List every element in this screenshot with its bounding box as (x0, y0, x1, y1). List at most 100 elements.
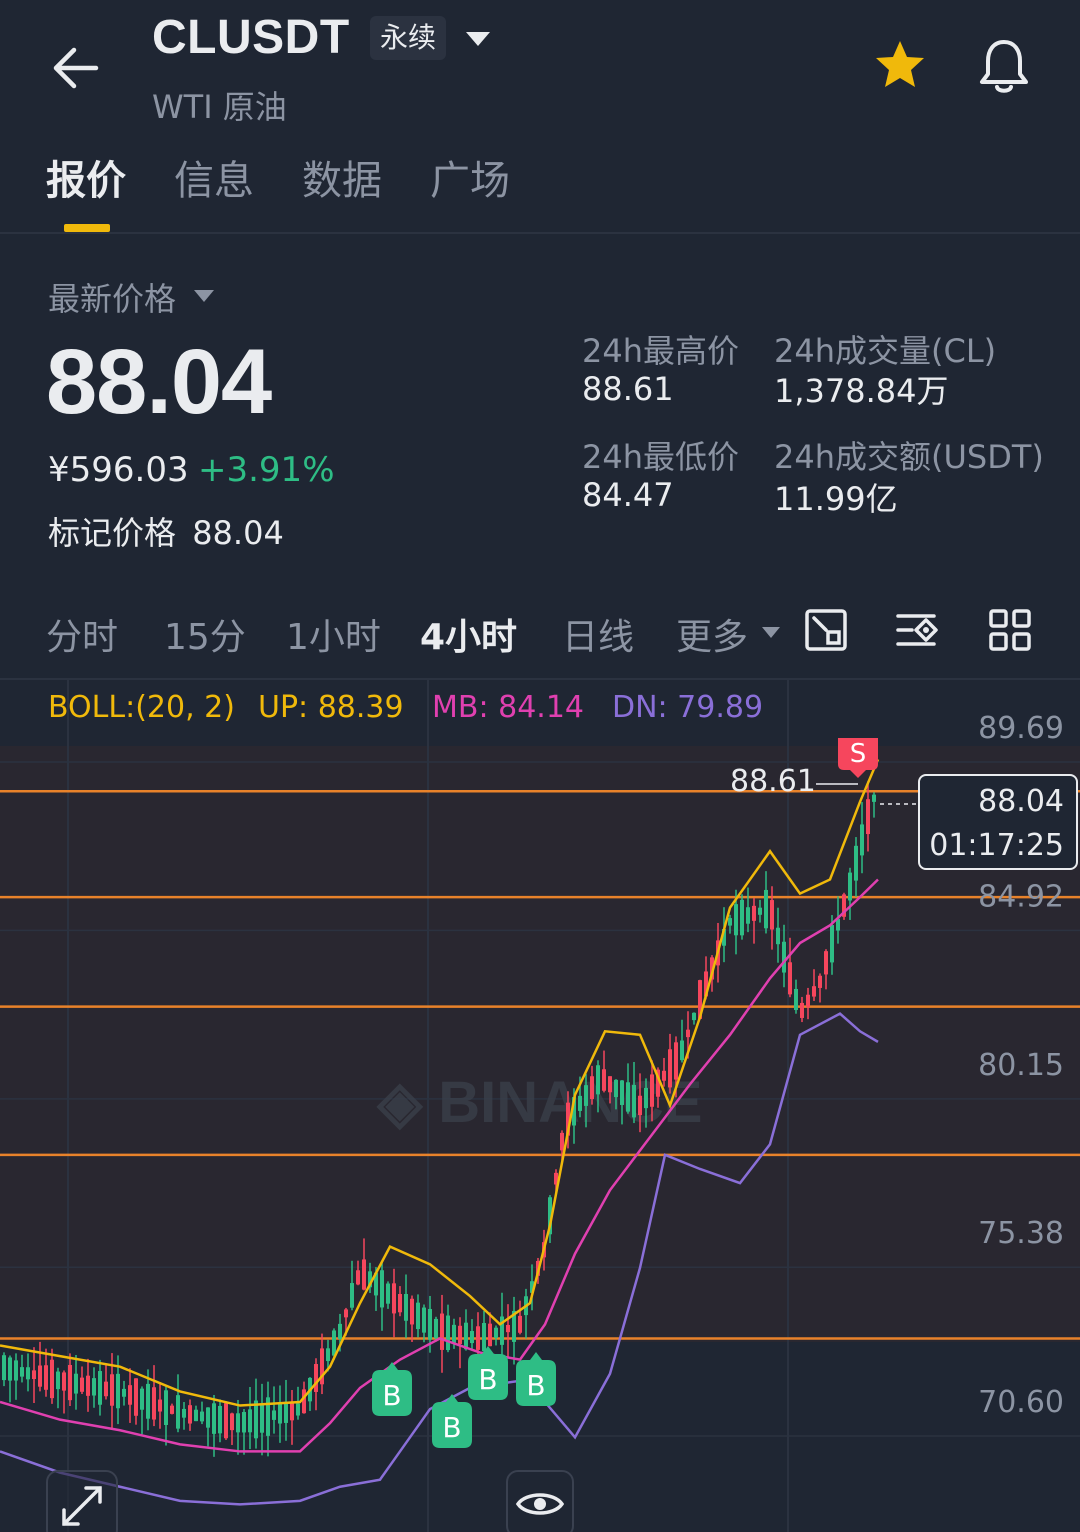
candle-down (800, 1002, 804, 1018)
candle-up (140, 1388, 144, 1410)
candle-down (410, 1298, 414, 1325)
caret-down-icon[interactable] (192, 286, 216, 306)
candle-up (416, 1302, 420, 1330)
candle-down (290, 1401, 294, 1421)
candle-up (764, 889, 768, 929)
favorite-button[interactable] (870, 36, 930, 96)
alert-button[interactable] (972, 34, 1036, 98)
candle-up (734, 904, 738, 936)
candle-up (434, 1318, 438, 1339)
candle-up (2, 1355, 6, 1381)
candle-down (362, 1259, 366, 1290)
eye-icon (515, 1493, 565, 1515)
candle-up (8, 1357, 12, 1381)
candle-down (506, 1324, 510, 1333)
caret-down-icon[interactable] (760, 624, 782, 640)
candle-up (248, 1409, 252, 1433)
candle-up (794, 988, 798, 1011)
candle-down (674, 1042, 678, 1080)
candle-up (164, 1390, 168, 1425)
candle-up (692, 1012, 696, 1021)
candle-up (218, 1405, 222, 1434)
candle-countdown: 01:17:25 (929, 828, 1064, 863)
candle-down (458, 1325, 462, 1345)
tab-info[interactable]: 信息 (174, 148, 254, 206)
interval-time-share[interactable]: 分时 (46, 608, 118, 660)
candle-down (686, 1029, 690, 1038)
candle-up (92, 1378, 96, 1396)
tab-square[interactable]: 广场 (430, 148, 510, 206)
candle-up (176, 1395, 180, 1429)
candle-up (326, 1348, 330, 1362)
low-24h-value: 84.47 (582, 476, 674, 514)
candle-down (398, 1294, 402, 1313)
mark-price-value: 88.04 (192, 514, 284, 552)
candle-up (464, 1322, 468, 1350)
candle-up (584, 1085, 588, 1106)
candle-up (74, 1373, 78, 1394)
last-price-label[interactable]: 最新价格 (48, 274, 176, 320)
candle-up (146, 1383, 150, 1419)
candle-up (614, 1079, 618, 1098)
buy-marker: B (442, 1411, 461, 1444)
candle-down (608, 1076, 612, 1093)
candle-up (446, 1315, 450, 1351)
header: CLUSDT 永续 WTI 原油 报价 信息 数据 广场 (0, 0, 1080, 232)
candle-down (32, 1370, 36, 1380)
active-tab-indicator (64, 224, 110, 232)
candle-up (872, 794, 876, 802)
candle-down (806, 994, 810, 1008)
grid-layout-icon[interactable] (986, 606, 1034, 654)
buy-marker: B (382, 1379, 401, 1412)
back-button[interactable] (44, 36, 108, 100)
interval-4h[interactable]: 4小时 (420, 608, 517, 660)
candle-up (452, 1324, 456, 1343)
buy-marker: B (526, 1369, 545, 1402)
candle-up (98, 1371, 102, 1405)
candle-down (752, 905, 756, 921)
interval-15m[interactable]: 15分 (164, 608, 246, 660)
change-percent: +3.91% (198, 450, 335, 490)
boll-up: UP: 88.39 (258, 690, 404, 725)
candle-down (104, 1381, 108, 1397)
candle-up (632, 1084, 636, 1118)
interval-more[interactable]: 更多 (676, 608, 748, 660)
candle-down (392, 1283, 396, 1314)
candle-up (494, 1327, 498, 1338)
fullscreen-button[interactable] (46, 1470, 118, 1532)
indicator-settings-icon[interactable] (894, 606, 942, 654)
candle-down (788, 962, 792, 995)
candle-down (302, 1389, 306, 1414)
symbol-title[interactable]: CLUSDT (152, 10, 350, 65)
sell-marker: S (850, 739, 867, 769)
candle-down (50, 1359, 54, 1399)
candle-up (776, 927, 780, 945)
candle-down (314, 1364, 318, 1392)
candle-up (680, 1040, 684, 1061)
last-price: 88.04 (46, 331, 272, 433)
expand-icon (62, 1486, 102, 1526)
main-tabs: 报价 信息 数据 广场 (0, 140, 1080, 232)
candle-up (254, 1400, 258, 1439)
candle-up (200, 1411, 204, 1422)
toggle-visibility-button[interactable] (506, 1470, 574, 1532)
interval-1h[interactable]: 1小时 (286, 608, 381, 660)
candle-down (170, 1405, 174, 1414)
candle-down (38, 1365, 42, 1387)
candle-down (662, 1070, 666, 1081)
tab-quote[interactable]: 报价 (46, 148, 126, 206)
candle-up (284, 1401, 288, 1423)
candle-down (866, 799, 870, 835)
mark-price-label: 标记价格 (48, 514, 177, 552)
candle-up (758, 907, 762, 915)
candle-down (668, 1049, 672, 1088)
interval-1d[interactable]: 日线 (562, 608, 634, 660)
symbol-dropdown-button[interactable] (462, 24, 494, 56)
candle-up (350, 1283, 354, 1308)
candle-up (194, 1409, 198, 1422)
candle-down (440, 1313, 444, 1350)
tab-data[interactable]: 数据 (302, 148, 382, 206)
candle-down (224, 1403, 228, 1439)
chart-draw-icon[interactable] (802, 606, 850, 654)
candle-up (182, 1408, 186, 1418)
